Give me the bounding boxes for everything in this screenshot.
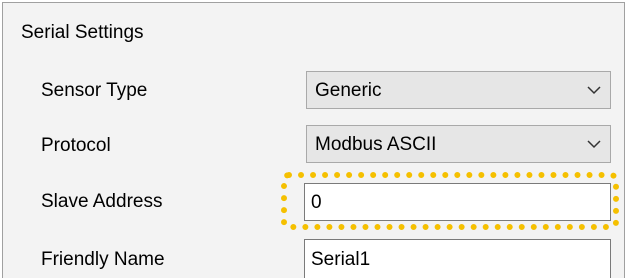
- friendly-name-input[interactable]: Serial1: [304, 239, 611, 278]
- group-title: Serial Settings: [21, 22, 144, 43]
- serial-settings-window: Serial Settings Sensor Type Generic Prot…: [0, 0, 627, 280]
- sensor-type-dropdown[interactable]: Generic: [306, 71, 611, 109]
- slave-address-input[interactable]: 0: [304, 183, 611, 221]
- sensor-type-value: Generic: [315, 80, 382, 101]
- slave-address-label: Slave Address: [41, 191, 163, 212]
- group-header: Serial Settings: [3, 3, 624, 69]
- protocol-value: Modbus ASCII: [315, 134, 437, 155]
- slave-address-value: 0: [311, 192, 322, 213]
- protocol-label: Protocol: [41, 135, 111, 156]
- friendly-name-label: Friendly Name: [41, 249, 165, 270]
- chevron-down-icon: [586, 82, 602, 98]
- sensor-type-label: Sensor Type: [41, 80, 148, 101]
- chevron-down-icon: [586, 136, 602, 152]
- protocol-dropdown[interactable]: Modbus ASCII: [306, 125, 611, 163]
- serial-settings-group: Serial Settings Sensor Type Generic Prot…: [2, 2, 625, 278]
- friendly-name-value: Serial1: [311, 249, 371, 270]
